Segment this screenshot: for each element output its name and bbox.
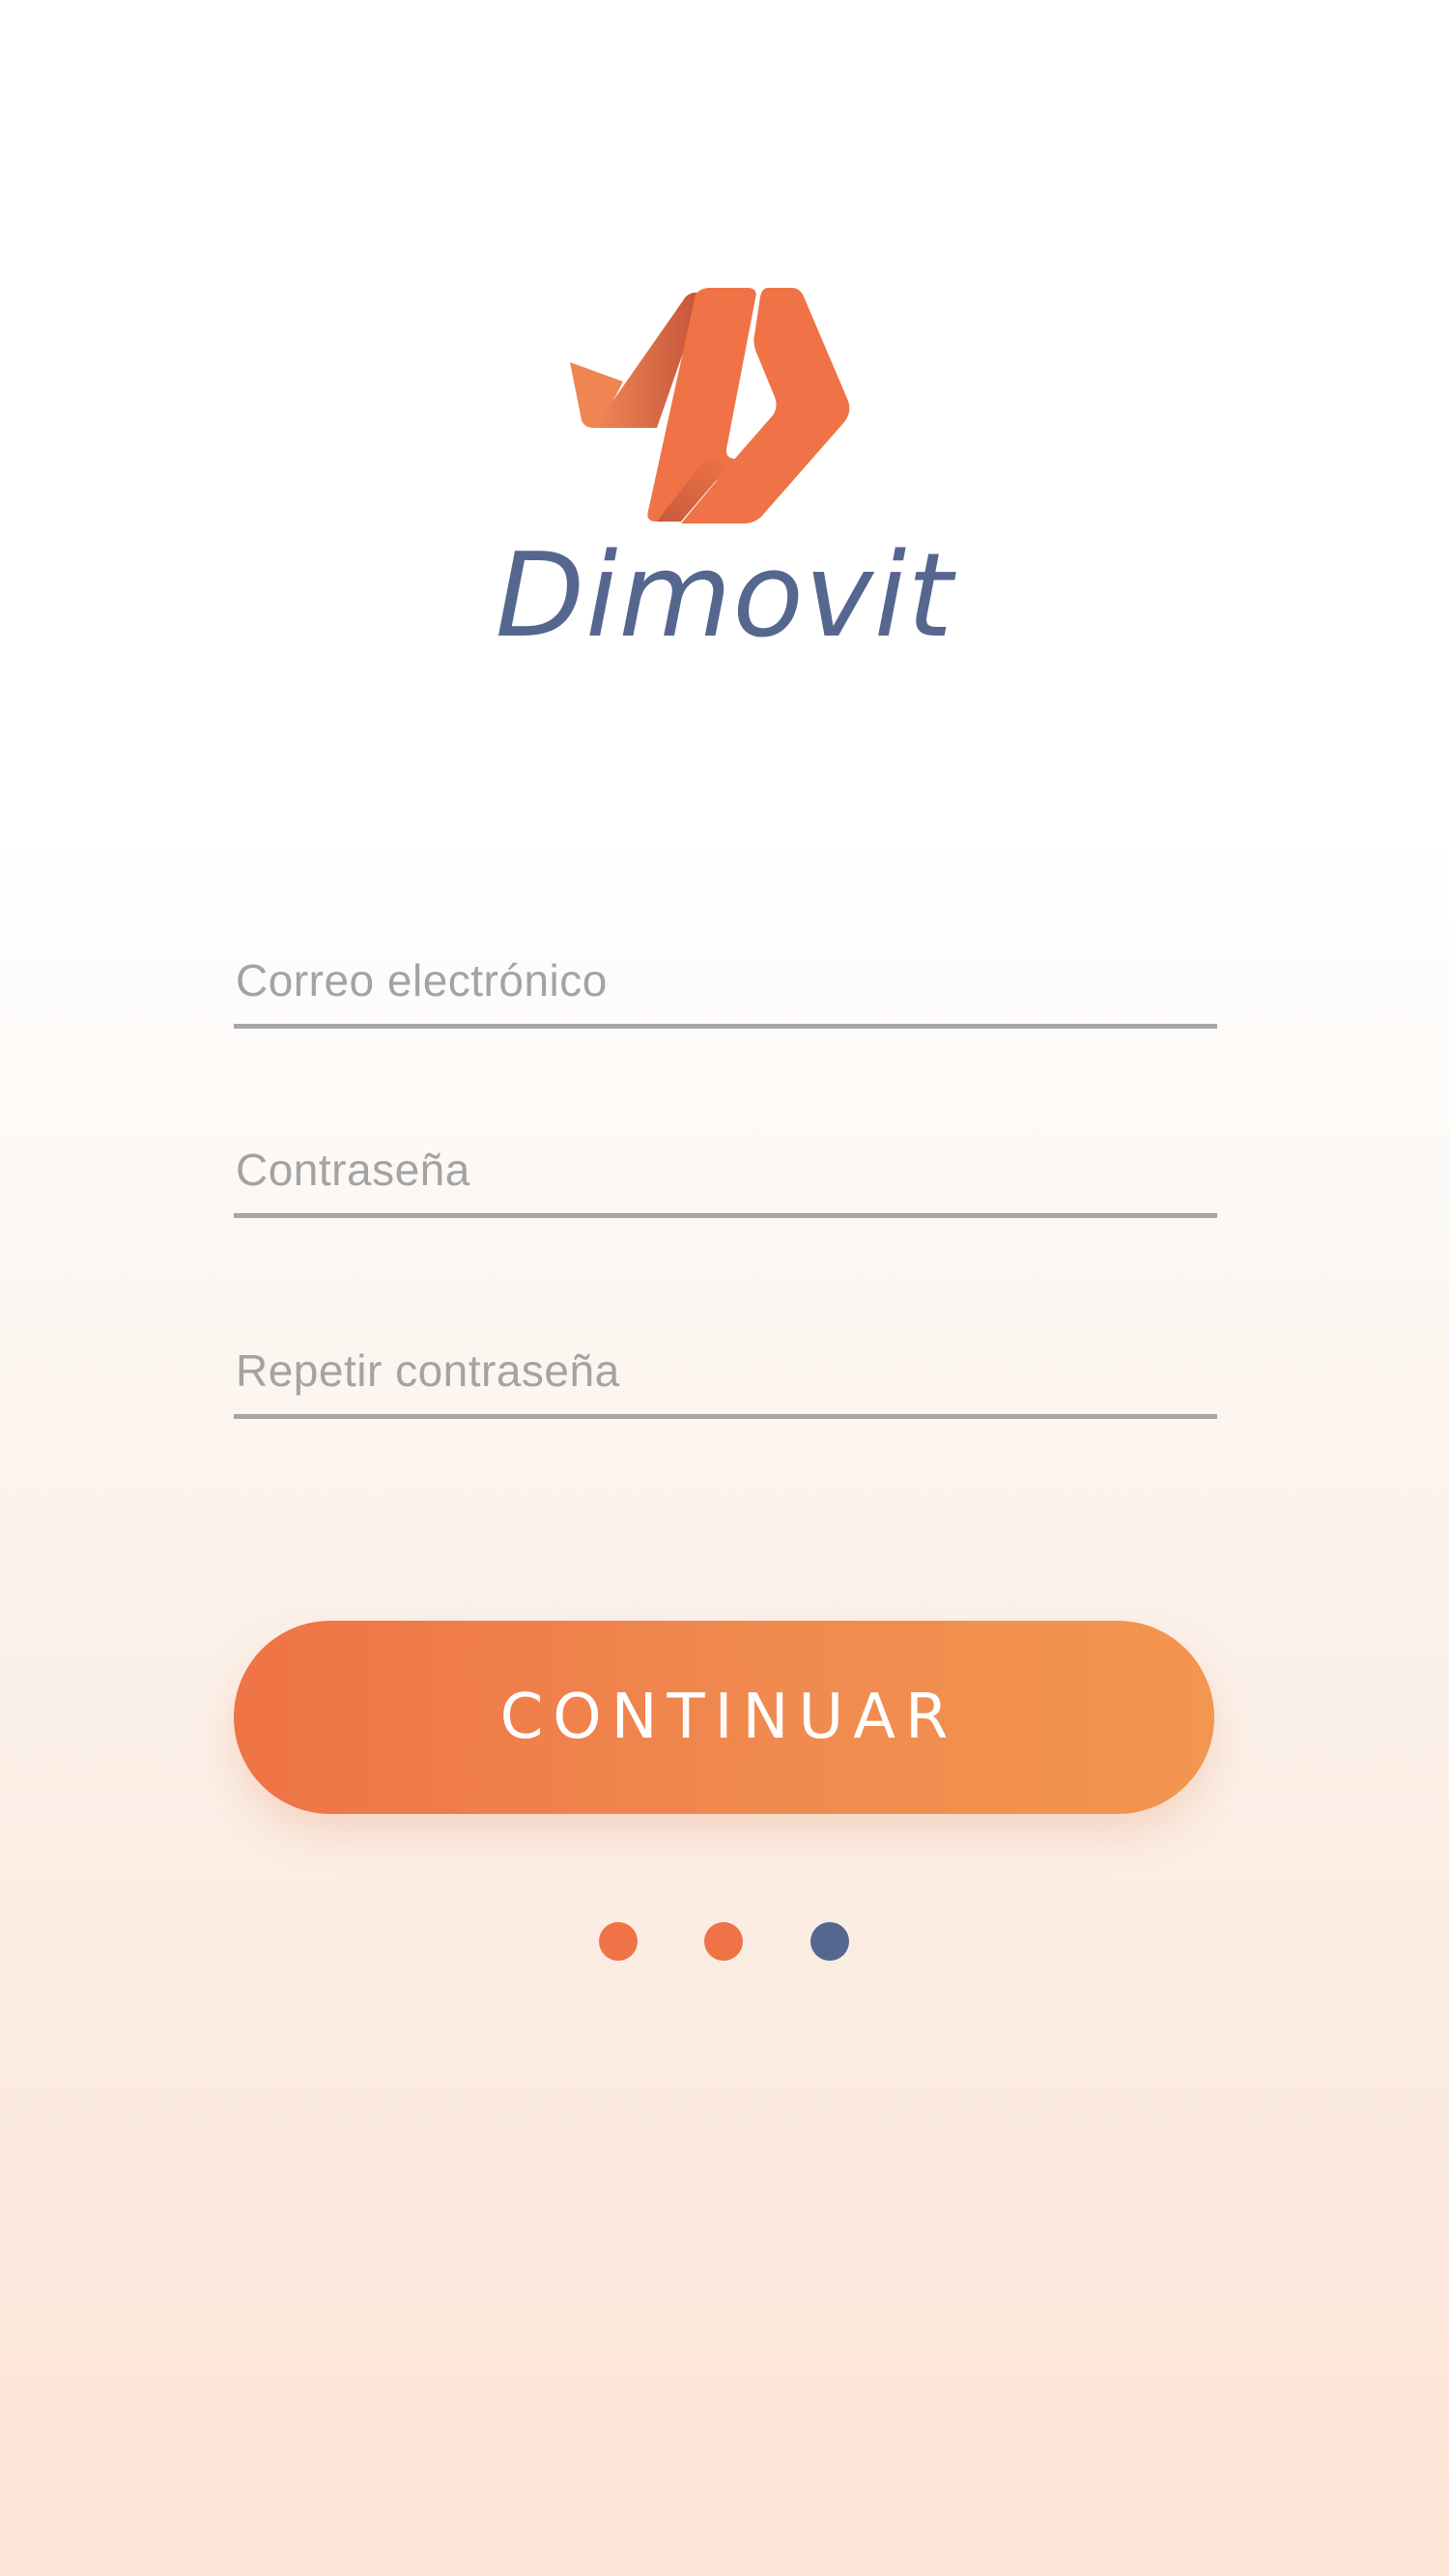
password-input[interactable] — [234, 1126, 1217, 1213]
continue-button[interactable]: CONTINUAR — [234, 1621, 1214, 1814]
continue-button-label: CONTINUAR — [499, 1682, 958, 1753]
pagination-dots — [0, 1922, 1449, 1961]
email-field[interactable] — [234, 937, 1217, 1029]
page-dot-1[interactable] — [599, 1922, 638, 1961]
repeat-password-field[interactable] — [234, 1327, 1217, 1419]
page-dot-3[interactable] — [810, 1922, 849, 1961]
brand-name: Dimovit — [495, 529, 954, 664]
email-input[interactable] — [234, 937, 1217, 1024]
repeat-password-input[interactable] — [234, 1327, 1217, 1414]
password-field[interactable] — [234, 1126, 1217, 1218]
page-dot-2[interactable] — [704, 1922, 743, 1961]
dimovit-logo-icon — [560, 285, 850, 526]
